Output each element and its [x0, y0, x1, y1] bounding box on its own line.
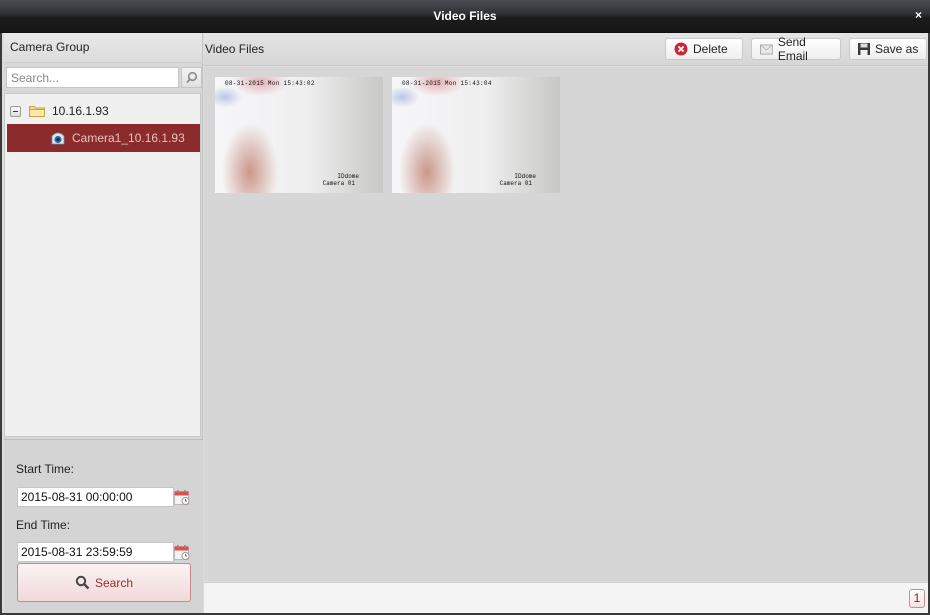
search-button-label: Search [94, 575, 134, 590]
send-email-label: Send Email [777, 35, 808, 63]
camera-group-title: Camera Group [4, 33, 202, 63]
camera-search [6, 67, 202, 89]
thumbnail-osd-line2: Camera 01 [499, 180, 532, 187]
video-thumbnail[interactable]: 08-31-2015 Mon 15:43:02 IDdome Camera 01 [215, 77, 383, 193]
delete-icon [674, 42, 688, 56]
search-icon [75, 575, 90, 590]
end-time-label: End Time: [16, 518, 71, 532]
calendar-icon[interactable] [174, 544, 190, 560]
tree-camera-node[interactable]: Camera1_10.16.1.93 [7, 124, 200, 152]
camera-search-input[interactable] [6, 67, 179, 88]
thumbnail-osd-line1: IDdome [337, 173, 359, 180]
start-time-field[interactable] [17, 487, 174, 507]
save-as-button[interactable]: Save as [849, 38, 927, 60]
folder-icon [29, 106, 45, 117]
delete-button[interactable]: Delete [665, 38, 743, 60]
thumbnail-osd-line2: Camera 01 [322, 180, 355, 187]
thumbnail-timestamp: 08-31-2015 Mon 15:43:04 [402, 80, 492, 87]
title-bar: Video Files × [0, 0, 930, 33]
start-time-label: Start Time: [16, 462, 75, 476]
thumbnail-timestamp: 08-31-2015 Mon 15:43:02 [225, 80, 315, 87]
calendar-icon[interactable] [174, 489, 190, 505]
search-icon [186, 71, 198, 84]
page-button-current[interactable]: 1 [909, 589, 925, 608]
pagination-bar: 1 [204, 582, 928, 613]
video-files-title: Video Files [205, 42, 265, 56]
send-email-button[interactable]: Send Email [751, 35, 841, 63]
video-thumbnail-grid: 08-31-2015 Mon 15:43:02 IDdome Camera 01… [204, 67, 928, 581]
video-files-panel: Video Files Delete Send Email Save as 08… [204, 33, 928, 613]
time-filter-panel: Start Time: End Time: [4, 439, 203, 613]
save-icon [858, 43, 870, 55]
camera-tree: 10.16.1.93 Camera1_10.16.1.93 [4, 93, 201, 437]
camera-search-button[interactable] [181, 67, 202, 88]
save-as-label: Save as [875, 42, 919, 56]
end-time-field[interactable] [17, 542, 174, 562]
camera-group-panel: Camera Group 10.16.1.93 [4, 33, 203, 613]
dialog-body: Camera Group 10.16.1.93 [0, 33, 930, 615]
close-icon[interactable]: × [915, 8, 922, 22]
collapse-icon[interactable] [10, 105, 21, 117]
group-label: 10.16.1.93 [52, 104, 109, 118]
camera-label: Camera1_10.16.1.93 [72, 131, 185, 145]
video-files-toolbar: Video Files Delete Send Email Save as [204, 33, 928, 66]
tree-group-node[interactable]: 10.16.1.93 [5, 97, 200, 125]
delete-label: Delete [693, 42, 728, 56]
email-icon [760, 43, 773, 55]
window-title: Video Files [433, 9, 497, 23]
thumbnail-osd-line1: IDdome [514, 173, 536, 180]
camera-icon [51, 132, 65, 145]
search-button[interactable]: Search [17, 563, 191, 602]
video-thumbnail[interactable]: 08-31-2015 Mon 15:43:04 IDdome Camera 01 [392, 77, 560, 193]
